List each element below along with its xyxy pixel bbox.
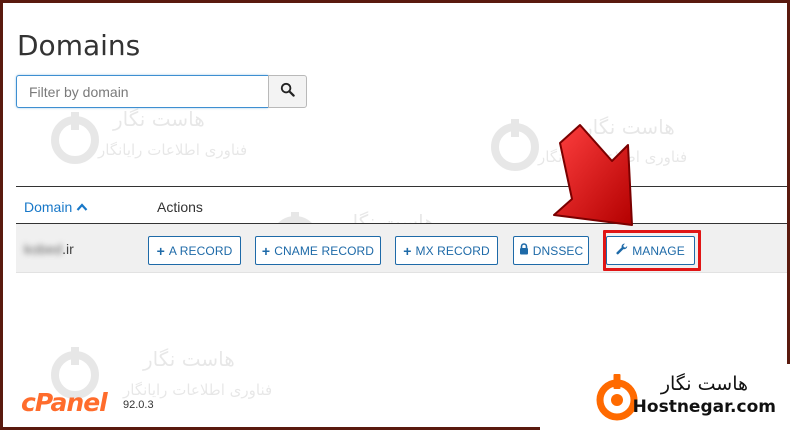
table-header: Domain Actions bbox=[16, 187, 787, 224]
domain-name-blurred: kobed bbox=[24, 241, 63, 257]
plus-icon: + bbox=[261, 242, 271, 259]
a-record-button[interactable]: + A RECORD bbox=[148, 236, 241, 265]
column-header-domain[interactable]: Domain bbox=[24, 199, 88, 215]
cpanel-logo: cPanel bbox=[21, 388, 108, 417]
chevron-up-icon bbox=[76, 199, 88, 215]
domain-name-suffix: .ir bbox=[62, 241, 74, 257]
watermark-text: هاست نگار bbox=[113, 107, 205, 131]
plus-icon: + bbox=[403, 242, 412, 259]
cname-record-label: CNAME RECORD bbox=[274, 243, 375, 258]
brand-name-fa: هاست نگار bbox=[660, 373, 748, 395]
mx-record-button[interactable]: + MX RECORD bbox=[395, 236, 498, 265]
dnssec-label: DNSSEC bbox=[532, 243, 584, 258]
brand-badge: هاست نگار Hostnegar.com bbox=[540, 364, 790, 430]
search-icon bbox=[280, 82, 295, 102]
domain-filter bbox=[16, 75, 307, 108]
search-button[interactable] bbox=[268, 75, 307, 108]
a-record-label: A RECORD bbox=[168, 243, 233, 258]
plus-icon: + bbox=[156, 242, 165, 259]
dnssec-button[interactable]: DNSSEC bbox=[513, 236, 589, 265]
watermark-tagline: فناوری اطلاعات رایانگار bbox=[123, 381, 273, 399]
page-title: Domains bbox=[17, 29, 141, 62]
mx-record-label: MX RECORD bbox=[415, 243, 490, 258]
domain-name: kobed.ir bbox=[24, 241, 74, 257]
watermark-text: هاست نگار bbox=[143, 347, 235, 371]
filter-input[interactable] bbox=[16, 75, 268, 108]
watermark-logo bbox=[485, 115, 545, 180]
column-header-actions: Actions bbox=[157, 199, 203, 215]
cpanel-version: 92.0.3 bbox=[123, 399, 154, 411]
cname-record-button[interactable]: + CNAME RECORD bbox=[255, 236, 381, 265]
annotation-arrow-icon bbox=[548, 121, 648, 238]
brand-name-en: Hostnegar.com bbox=[632, 397, 776, 417]
lock-icon bbox=[519, 243, 529, 258]
column-header-domain-label: Domain bbox=[24, 199, 73, 215]
watermark-logo bbox=[45, 108, 105, 173]
watermark-tagline: فناوری اطلاعات رایانگار bbox=[98, 141, 248, 159]
